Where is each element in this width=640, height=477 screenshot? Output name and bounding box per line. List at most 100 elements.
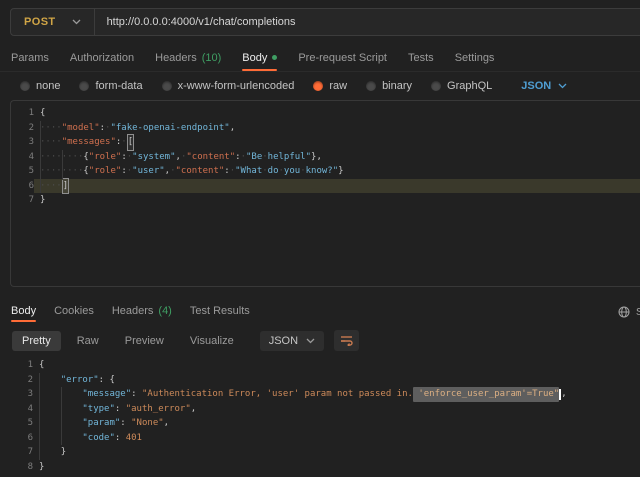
radio-x-www-form-urlencoded[interactable]: x-www-form-urlencoded (162, 80, 295, 92)
code-line[interactable]: 6 "code": 401 (10, 431, 640, 446)
tab-label: Settings (455, 52, 495, 64)
raw-view-button[interactable]: Raw (67, 331, 109, 351)
code-token: "messages" (62, 135, 116, 150)
radio-icon (79, 81, 89, 91)
code-token: "None" (131, 416, 164, 431)
code-line[interactable]: 8} (10, 460, 640, 475)
request-language-selector[interactable]: JSON (521, 80, 567, 92)
line-number: 3 (10, 387, 33, 402)
code-token: , (164, 416, 169, 431)
tab-label: Test Results (190, 305, 250, 317)
tab-label: Cookies (54, 305, 94, 317)
radio-none[interactable]: none (20, 80, 60, 92)
code-token: "error" (61, 373, 99, 388)
code-token: : (115, 431, 126, 446)
code-line[interactable]: 4 "type": "auth_error", (10, 402, 640, 417)
button-label: Pretty (22, 335, 51, 347)
line-number: 6 (11, 179, 34, 194)
code-token: "code" (82, 431, 115, 446)
tab-settings[interactable]: Settings (455, 44, 495, 71)
radio-raw[interactable]: raw (313, 80, 347, 92)
code-line[interactable]: 2 "error": { (10, 373, 640, 388)
radio-label: binary (382, 80, 412, 92)
tab-pre-request-script[interactable]: Pre-request Script (298, 44, 387, 71)
radio-form-data[interactable]: form-data (79, 80, 142, 92)
radio-icon (431, 81, 441, 91)
radio-graphql[interactable]: GraphQL (431, 80, 492, 92)
code-token: :· (224, 164, 235, 179)
code-line[interactable]: 5 "param": "None", (10, 416, 640, 431)
code-token: "fake-openai-endpoint" (110, 121, 229, 136)
code-token: , (561, 387, 566, 402)
line-number: 3 (11, 135, 34, 150)
language-label: JSON (521, 80, 551, 92)
code-token: } (338, 164, 343, 179)
code-line[interactable]: 1{ (10, 358, 640, 373)
line-number: 2 (10, 373, 33, 388)
chevron-down-icon (72, 19, 81, 25)
code-line[interactable]: 3····"messages":·[ (11, 135, 640, 150)
globe-icon[interactable] (618, 306, 630, 318)
url-input[interactable]: http://0.0.0.0:4000/v1/chat/completions (95, 16, 296, 28)
line-number: 7 (10, 445, 33, 460)
line-number: 5 (11, 164, 34, 179)
code-token: } (39, 460, 44, 475)
code-line[interactable]: 4········{"role":·"system",·"content":·"… (11, 150, 640, 165)
tab-headers[interactable]: Headers (10) (155, 44, 221, 71)
line-number: 6 (10, 431, 33, 446)
radio-selected-icon (313, 81, 323, 91)
api-client-window: { "colors": { "accent_orange": "#ff6c37"… (0, 0, 640, 477)
radio-binary[interactable]: binary (366, 80, 412, 92)
response-tab-body[interactable]: Body (11, 300, 36, 322)
tab-body[interactable]: Body (242, 44, 277, 71)
response-tab-cookies[interactable]: Cookies (54, 300, 94, 322)
code-token: ,· (176, 150, 187, 165)
preview-view-button[interactable]: Preview (115, 331, 174, 351)
request-body-editor[interactable]: 1{2····"model":·"fake-openai-endpoint",3… (10, 100, 640, 287)
response-meta-area: S (618, 302, 640, 322)
status-text-clipped: S (636, 307, 640, 318)
headers-count-badge: (4) (158, 305, 171, 317)
code-token: :· (121, 150, 132, 165)
radio-label: none (36, 80, 60, 92)
code-token: "role" (89, 164, 122, 179)
code-token: "type" (82, 402, 115, 417)
code-line[interactable]: 2····"model":·"fake-openai-endpoint", (11, 121, 640, 136)
response-tab-test-results[interactable]: Test Results (190, 300, 250, 322)
radio-label: form-data (95, 80, 142, 92)
code-line[interactable]: 1{ (11, 106, 640, 121)
wrap-text-button[interactable] (334, 330, 359, 351)
response-body-editor[interactable]: 1{2 "error": {3 "message": "Authenticati… (10, 354, 640, 476)
response-language-selector[interactable]: JSON (260, 331, 324, 351)
code-token: } (61, 445, 66, 460)
pretty-view-button[interactable]: Pretty (12, 331, 61, 351)
line-number: 4 (10, 402, 33, 417)
tab-tests[interactable]: Tests (408, 44, 434, 71)
tab-label: Headers (112, 305, 154, 317)
code-token: { (40, 106, 45, 121)
code-line[interactable]: 5········{"role":·"user",·"content":·"Wh… (11, 164, 640, 179)
code-line[interactable]: 7} (11, 193, 640, 208)
code-line[interactable]: 6····] (11, 179, 640, 194)
tab-label: Pre-request Script (298, 52, 387, 64)
method-selector[interactable]: POST (11, 9, 94, 35)
code-token: }, (311, 150, 322, 165)
line-number: 8 (10, 460, 33, 475)
code-line[interactable]: 7 } (10, 445, 640, 460)
request-url-bar: POST http://0.0.0.0:4000/v1/chat/complet… (10, 8, 640, 36)
code-token: :· (116, 135, 127, 150)
tab-params[interactable]: Params (11, 44, 49, 71)
line-number: 1 (11, 106, 34, 121)
code-token: ···· (40, 179, 62, 194)
code-token: : (115, 402, 126, 417)
tab-authorization[interactable]: Authorization (70, 44, 134, 71)
visualize-view-button[interactable]: Visualize (180, 331, 244, 351)
wrap-text-icon (340, 335, 353, 346)
code-token: ,· (165, 164, 176, 179)
chevron-down-icon (306, 338, 315, 344)
response-tabs: Body Cookies Headers (4) Test Results (11, 300, 250, 322)
code-line[interactable]: 3 "message": "Authentication Error, 'use… (10, 387, 640, 402)
body-type-selector: none form-data x-www-form-urlencoded raw… (20, 72, 640, 100)
button-label: Preview (125, 335, 164, 347)
response-tab-headers[interactable]: Headers (4) (112, 300, 172, 322)
